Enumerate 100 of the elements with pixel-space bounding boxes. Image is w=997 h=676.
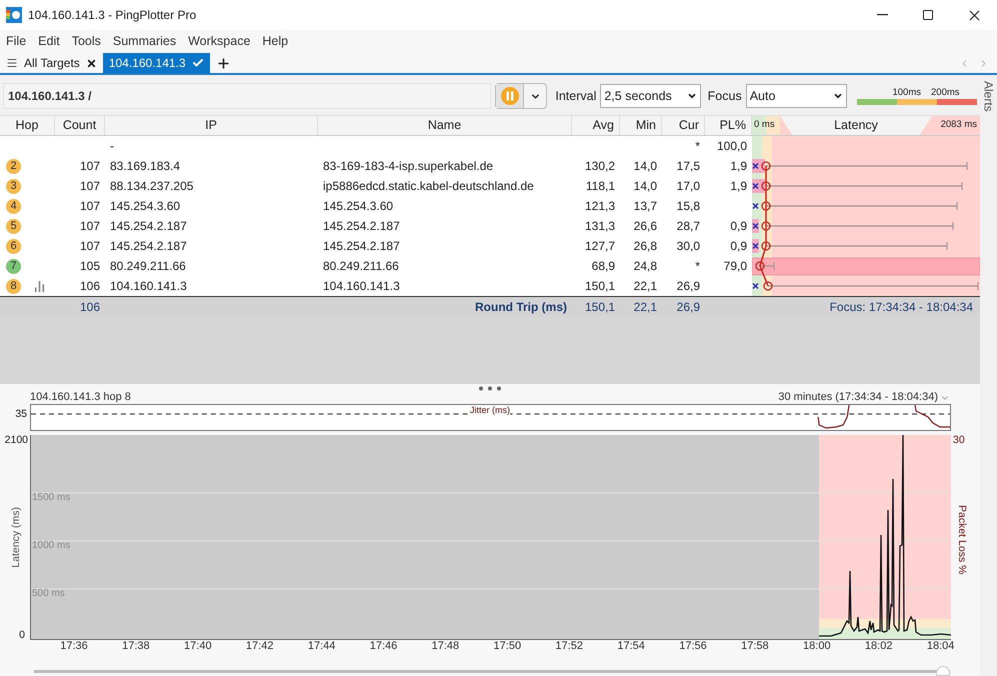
interval-select[interactable]: 2,5 seconds: [600, 84, 701, 108]
table-cell-text: 80.249.211.66: [323, 258, 399, 275]
table-cell-text: 68,9: [592, 258, 615, 275]
x-axis-tick: 17:54: [617, 640, 645, 653]
min-latency-marker: [752, 282, 759, 290]
min-latency-marker: [752, 162, 759, 170]
caret-icon: [686, 91, 697, 101]
hop-number: 7: [6, 258, 21, 274]
maximize-icon: [922, 9, 934, 21]
table-cell-text: 145.254.2.187: [110, 238, 187, 255]
table-cell-text: 15,8: [676, 198, 700, 215]
x-axis-tick: 18:02: [864, 640, 892, 653]
alerts-tab[interactable]: Alerts: [980, 81, 997, 112]
table-cell-text: 145.254.2.187: [323, 218, 400, 235]
x-axis-tick: 17:44: [308, 640, 336, 653]
table-cell-text: 150,1: [584, 278, 615, 295]
menu-item[interactable]: Workspace: [182, 32, 256, 51]
hop-number: 3: [6, 178, 21, 194]
table-cell-text: 0,9: [730, 218, 747, 235]
y-axis-tick: 2100: [4, 435, 28, 445]
x-axis-tick: 17:48: [432, 640, 460, 653]
table-cell-text: 83-169-183-4-isp.superkabel.de: [323, 158, 494, 175]
table-cell-text: 0,9: [730, 238, 747, 255]
table-cell-text: 30,0: [676, 238, 700, 255]
bar-chart-icon[interactable]: [33, 280, 46, 292]
x-axis-tick: 17:52: [555, 640, 583, 653]
table-cell-text: 118,1: [586, 178, 615, 195]
packet-loss-label: Packet Loss %: [954, 505, 969, 574]
summary-label: Round Trip (ms): [475, 298, 567, 316]
table-cell-text: 100,0: [716, 138, 747, 155]
hop-number: 2: [6, 158, 21, 174]
grid-label: 500 ms: [32, 588, 65, 599]
column-header[interactable]: IP: [205, 116, 217, 135]
latency-title: Latency: [780, 116, 932, 135]
latency-column-header[interactable]: 0 ms Latency 2083 ms: [752, 116, 980, 135]
table-cell-text: 127,7: [584, 238, 615, 255]
x-axis-tick: 17:38: [122, 640, 150, 653]
table-cell-text: 106: [80, 298, 100, 316]
pause-icon: [500, 87, 519, 105]
tab[interactable]: All Targets: [0, 53, 103, 73]
table-cell-text: 121,3: [584, 198, 615, 215]
x-axis-tick: 17:46: [370, 640, 398, 653]
jitter-tick: 35: [15, 407, 27, 422]
menu-item[interactable]: Help: [256, 32, 294, 51]
menu-item[interactable]: Edit: [32, 32, 66, 51]
table-cell-text: 17,0: [676, 178, 700, 195]
grid-label: 1500 ms: [32, 492, 70, 503]
jitter-label: Jitter (ms): [470, 405, 510, 416]
tab[interactable]: 104.160.141.3: [102, 53, 210, 73]
min-latency-marker: [752, 182, 759, 190]
latency-min-label: 0 ms: [752, 116, 780, 135]
table-cell-text: 22,1: [634, 298, 657, 316]
table-cell-text: 79,0: [724, 258, 747, 275]
table-cell-text: 26,8: [634, 238, 657, 255]
column-header[interactable]: Min: [636, 116, 656, 135]
min-latency-marker: [752, 222, 759, 230]
table-cell-text: 80.249.211.66: [110, 258, 186, 275]
table-cell-text: 145.254.2.187: [323, 238, 400, 255]
table-cell-text: 88.134.237.205: [110, 178, 194, 195]
grid-label: 1000 ms: [32, 540, 70, 551]
column-header[interactable]: Name: [428, 116, 462, 135]
x-axis-tick: 17:50: [494, 640, 522, 653]
packet-loss-tick: 30: [953, 435, 965, 445]
hop-number: 6: [6, 238, 21, 254]
menu-item[interactable]: File: [0, 32, 32, 51]
menu-item[interactable]: Tools: [66, 32, 107, 51]
close-icon: [86, 58, 97, 68]
x-axis-tick: 17:40: [184, 640, 212, 653]
breadcrumb-text: 104.160.141.3 /: [8, 88, 92, 105]
table-cell-text: 26,9: [676, 278, 700, 295]
legend-label: 200ms: [931, 87, 960, 98]
scrollbar-thumb[interactable]: [936, 666, 950, 676]
table-cell-text: 150,1: [584, 298, 615, 316]
average-latency-point: [755, 261, 765, 271]
min-latency-marker: [752, 202, 759, 210]
table-cell-text: 107: [80, 218, 100, 235]
interval-label: Interval: [555, 88, 596, 105]
table-cell-text: *: [695, 258, 700, 275]
table-cell-text: ip5886edcd.static.kabel-deutschland.de: [323, 178, 534, 195]
column-header[interactable]: PL%: [720, 116, 746, 135]
column-header[interactable]: Cur: [678, 116, 699, 135]
time-range: 30 minutes (17:34:34 - 18:04:34): [778, 390, 938, 406]
column-header[interactable]: Avg: [592, 116, 614, 135]
y-axis-label: Latency (ms): [9, 507, 24, 568]
splitter-handle-icon[interactable]: [478, 386, 502, 391]
menu-item[interactable]: Summaries: [106, 32, 182, 51]
table-cell-text: 106: [80, 278, 100, 295]
focus-select[interactable]: Auto: [746, 84, 847, 108]
check-icon: [192, 57, 204, 69]
table-cell-text: 17,5: [676, 158, 700, 175]
table-cell-text: 107: [80, 238, 100, 255]
column-header[interactable]: Count: [62, 116, 96, 135]
average-latency-point: [763, 281, 773, 291]
plus-icon: [216, 56, 231, 70]
graph-title: 104.160.141.3 hop 8: [30, 390, 131, 406]
focus-range: Focus: 17:34:34 - 18:04:34: [830, 298, 973, 316]
column-header[interactable]: Hop: [16, 116, 38, 135]
table-cell-text: 145.254.3.60: [110, 198, 180, 215]
table-cell-text: -: [110, 138, 114, 155]
focus-label: Focus: [708, 88, 742, 105]
